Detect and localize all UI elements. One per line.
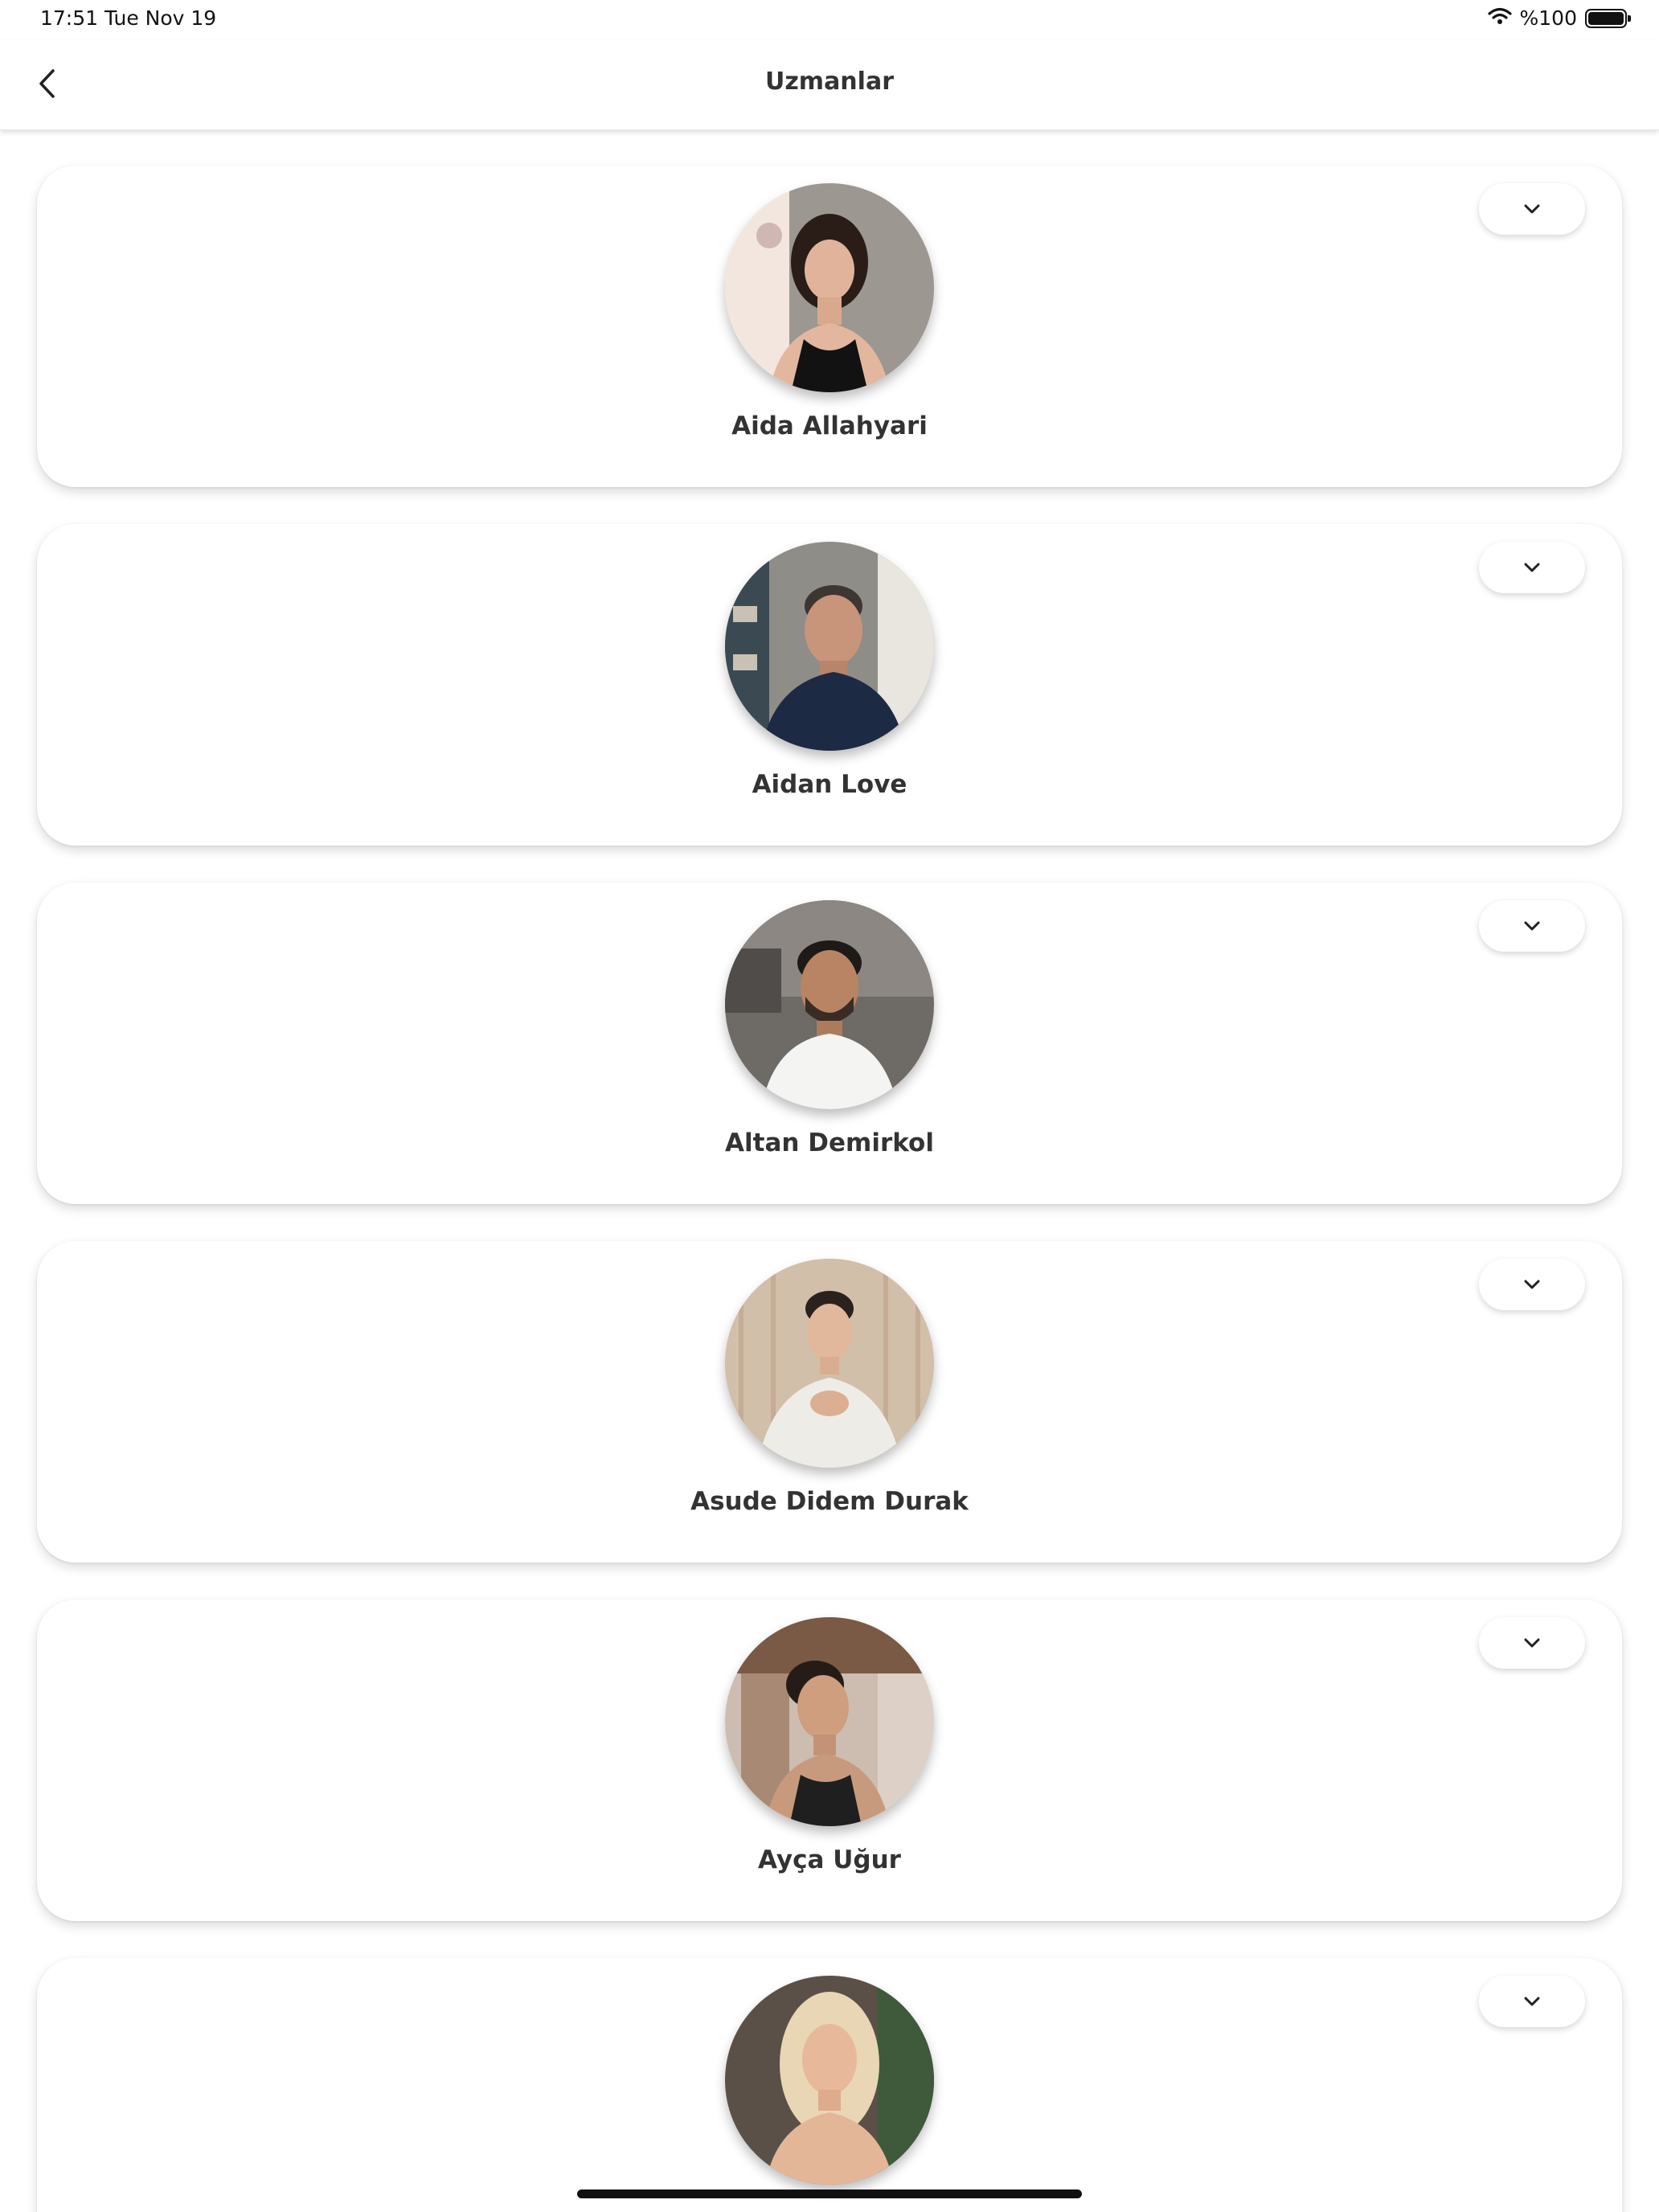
experts-list[interactable]: Aida Allahyari Aidan Love Altan Demirkol…	[0, 130, 1659, 2212]
expert-name: Asude Didem Durak	[690, 1487, 969, 1516]
expert-card[interactable]: Aida Allahyari	[37, 166, 1622, 487]
chevron-down-icon	[1524, 1277, 1540, 1292]
wifi-icon	[1487, 6, 1512, 30]
expand-button[interactable]	[1479, 1259, 1585, 1310]
chevron-down-icon	[1524, 560, 1540, 576]
avatar	[725, 1976, 934, 2185]
chevron-down-icon	[1524, 919, 1540, 934]
chevron-down-icon	[1524, 1636, 1540, 1651]
expand-button[interactable]	[1479, 1617, 1585, 1669]
expert-card[interactable]: Aidan Love	[37, 524, 1622, 846]
home-indicator[interactable]	[577, 2189, 1082, 2198]
expert-name: Altan Demirkol	[725, 1129, 934, 1157]
status-indicators: %100	[1487, 6, 1631, 30]
expert-name: Aida Allahyari	[731, 412, 928, 440]
status-bar: 17:51 Tue Nov 19 %100	[0, 0, 1659, 40]
expert-card[interactable]	[37, 1958, 1622, 2212]
expert-card[interactable]: Ayça Uğur	[37, 1600, 1622, 1921]
expand-button[interactable]	[1479, 542, 1585, 593]
status-date: Tue Nov 19	[104, 6, 217, 30]
battery-icon	[1585, 8, 1631, 28]
expert-name: Ayça Uğur	[758, 1845, 901, 1874]
expand-button[interactable]	[1479, 183, 1585, 235]
navigation-bar: Uzmanlar	[0, 40, 1659, 130]
expert-card[interactable]: Altan Demirkol	[37, 883, 1622, 1204]
chevron-down-icon	[1524, 202, 1540, 217]
expand-button[interactable]	[1479, 1976, 1585, 2027]
page-title: Uzmanlar	[764, 68, 894, 96]
expand-button[interactable]	[1479, 900, 1585, 952]
expert-name: Aidan Love	[752, 770, 907, 799]
expert-card[interactable]: Asude Didem Durak	[37, 1241, 1622, 1563]
avatar	[725, 1259, 934, 1468]
avatar	[725, 183, 934, 392]
status-time: 17:51	[40, 6, 99, 30]
chevron-down-icon	[1524, 1994, 1540, 2009]
avatar	[725, 1617, 934, 1826]
battery-percent: %100	[1519, 6, 1577, 30]
avatar	[725, 900, 934, 1109]
avatar	[725, 542, 934, 751]
